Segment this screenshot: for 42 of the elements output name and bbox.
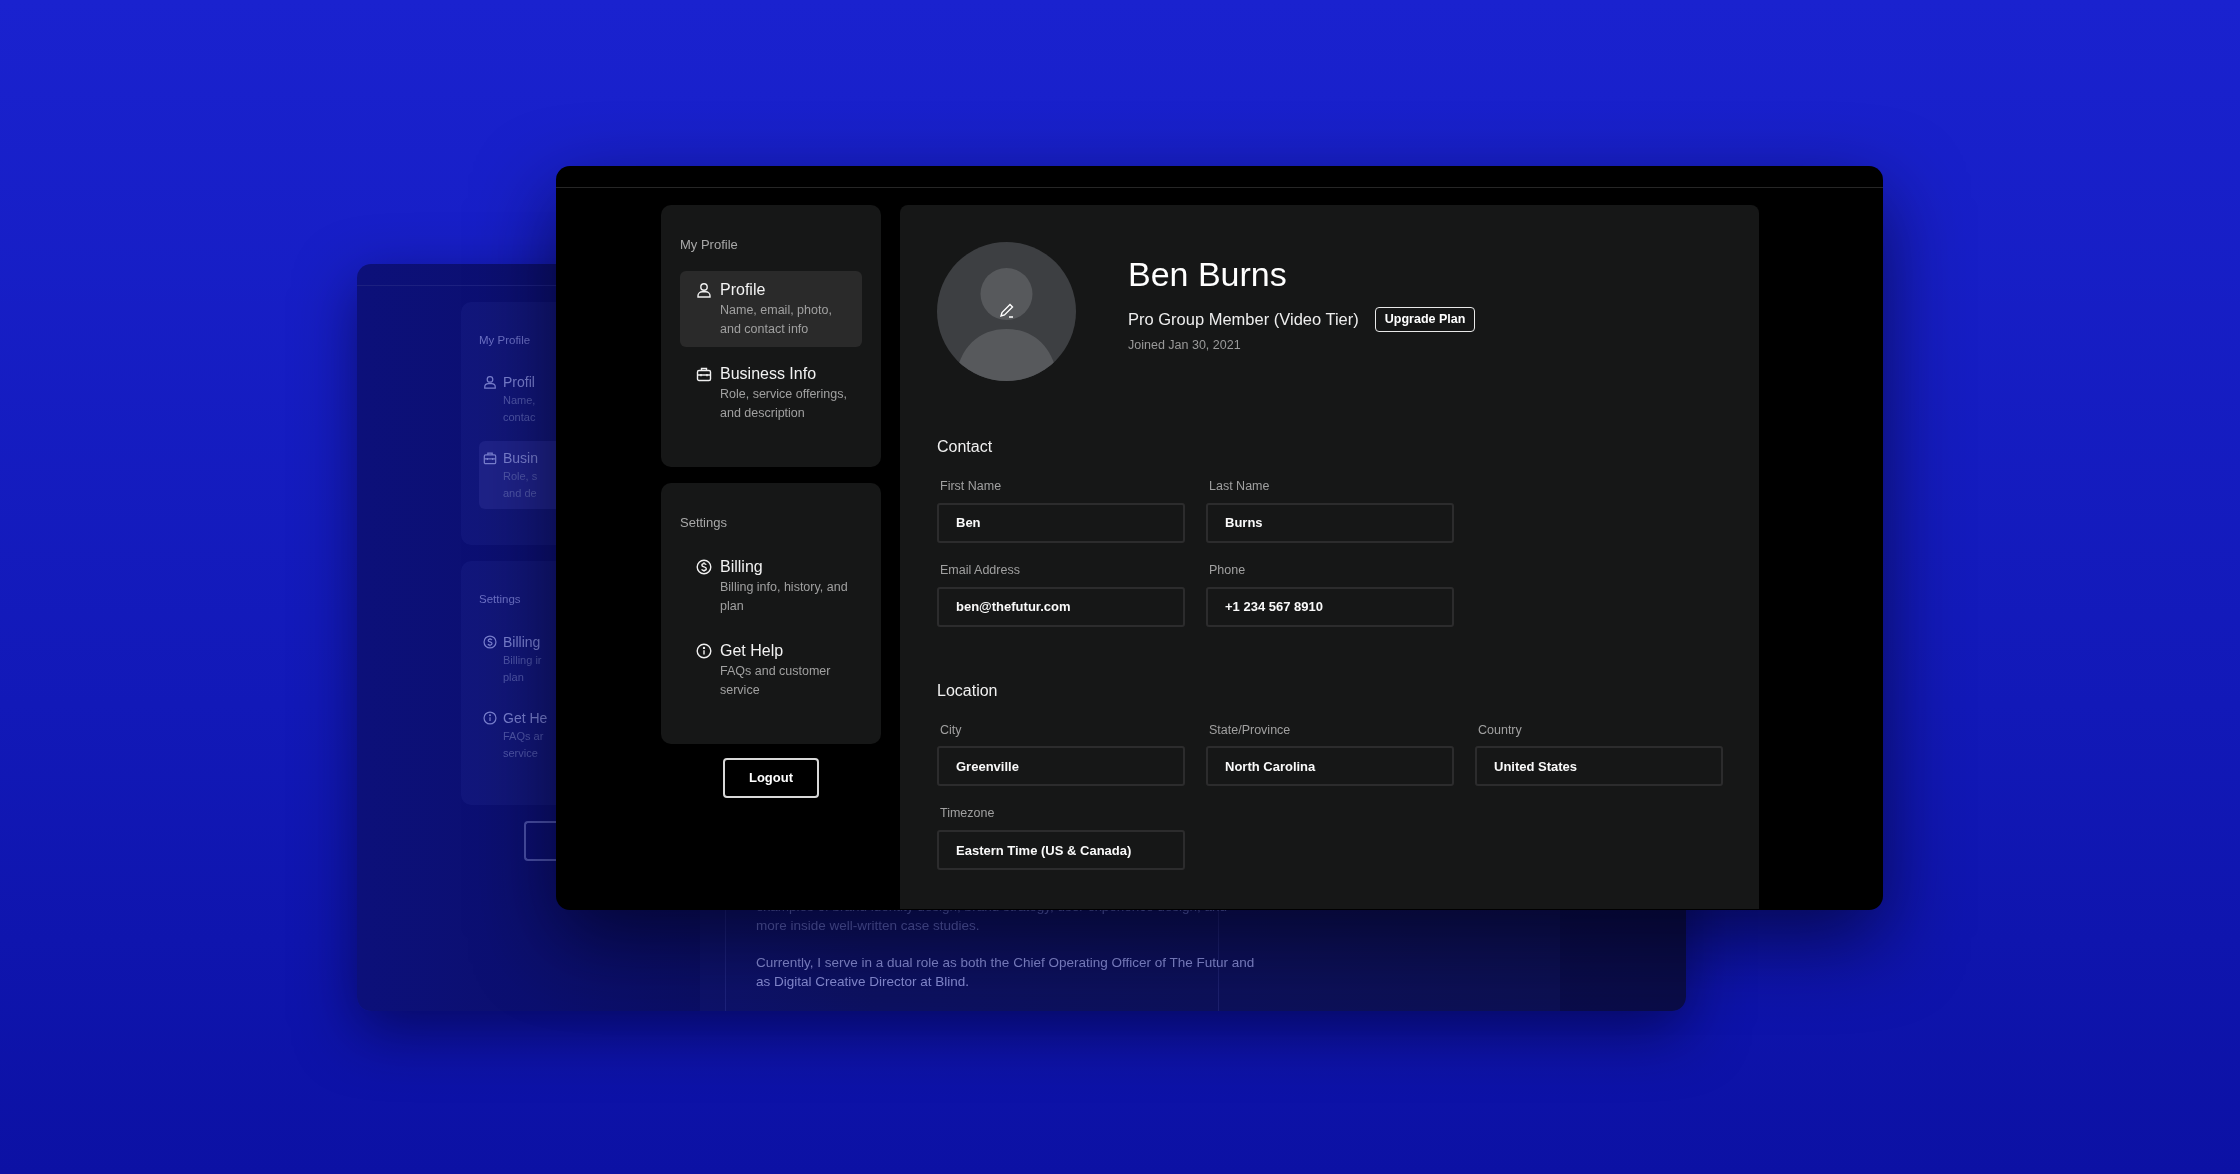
info-icon (483, 710, 497, 725)
info-icon (696, 643, 712, 659)
input-field[interactable]: ben@thefutur.com (937, 586, 1185, 627)
person-icon (483, 375, 497, 390)
person-icon (696, 281, 712, 298)
briefcase-icon (483, 451, 497, 466)
input-field[interactable]: +1 234 567 8910 (1206, 586, 1454, 627)
briefcase-icon (696, 365, 712, 382)
section-heading: Contact (937, 437, 994, 457)
field-label: Phone (1209, 561, 1247, 579)
joined-date: Joined Jan 30, 2021 (1128, 337, 1242, 355)
sidebar-item[interactable]: Profil Name, contac (479, 365, 556, 434)
sidebar-item[interactable]: Business Info Role, service offerings, and description (680, 354, 862, 431)
field-label: Timezone (940, 805, 996, 823)
section-title: My Profile (680, 236, 739, 254)
membership-text: Pro Group Member (Video Tier) (1128, 309, 1359, 331)
sidebar-item[interactable]: Profile Name, email, photo, and contact info (680, 270, 862, 347)
pencil-icon[interactable] (999, 302, 1015, 318)
section-heading: Location (937, 680, 999, 701)
field-label: Last Name (1209, 478, 1271, 495)
input-field[interactable]: Ben (937, 502, 1185, 543)
section-title: Settings (479, 592, 522, 608)
input-field[interactable]: Eastern Time (US & Canada) (937, 830, 1185, 870)
field-label: First Name (940, 478, 1003, 495)
field-label: City (940, 721, 963, 739)
section-title: My Profile (479, 333, 532, 348)
upgrade-plan-button[interactable]: Upgrade Plan (1374, 307, 1476, 333)
sidebar-item[interactable]: Billing Billing info, history, and plan (680, 548, 862, 624)
field-label: Country (1478, 721, 1523, 739)
sidebar-item[interactable]: Get Help FAQs and customer service (680, 632, 862, 708)
input-field[interactable]: United States (1475, 746, 1723, 787)
logout-button[interactable]: Logout (723, 758, 819, 798)
field-label: State/Province (1209, 721, 1292, 739)
dollar-circle-icon (483, 634, 497, 649)
section-title: Settings (680, 513, 728, 532)
field-label: Email Address (940, 561, 1021, 579)
profile-name: Ben Burns (1128, 256, 1288, 294)
input-field[interactable]: North Carolina (1206, 746, 1454, 787)
input-field[interactable]: Greenville (937, 746, 1185, 787)
dollar-circle-icon (696, 559, 712, 575)
input-field[interactable]: Burns (1206, 502, 1454, 543)
paragraph: Currently, I serve in a dual role as both the Chief Operating Officer of The Futur and as Digital Creative Director at Blind. (756, 954, 1256, 991)
